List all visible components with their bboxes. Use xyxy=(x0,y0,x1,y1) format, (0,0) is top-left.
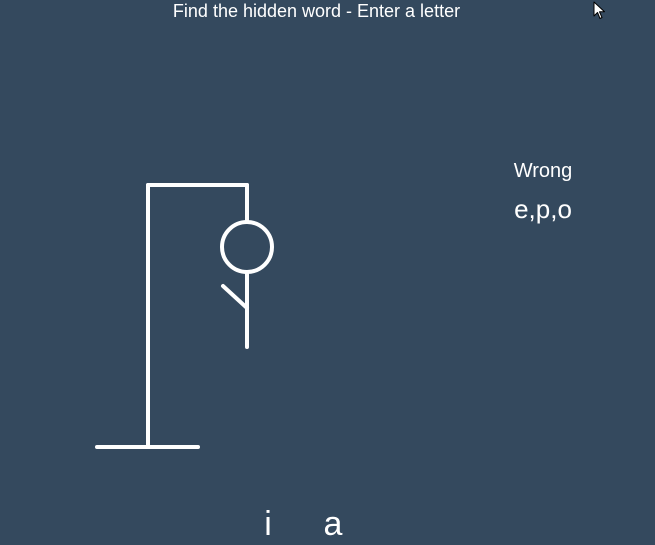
wrong-label: Wrong xyxy=(513,160,573,182)
wrong-guesses-panel: Wrong e,p,o xyxy=(483,159,603,224)
word-letter: i xyxy=(264,505,272,543)
wrong-letters: e,p,o xyxy=(514,194,572,224)
hangman-arm xyxy=(221,284,249,310)
word-letter: a xyxy=(323,505,343,543)
hangman-head xyxy=(220,220,274,274)
hidden-word: i a xyxy=(0,503,655,545)
mouse-pointer-icon xyxy=(593,1,605,19)
hangman-drawing xyxy=(95,183,274,449)
